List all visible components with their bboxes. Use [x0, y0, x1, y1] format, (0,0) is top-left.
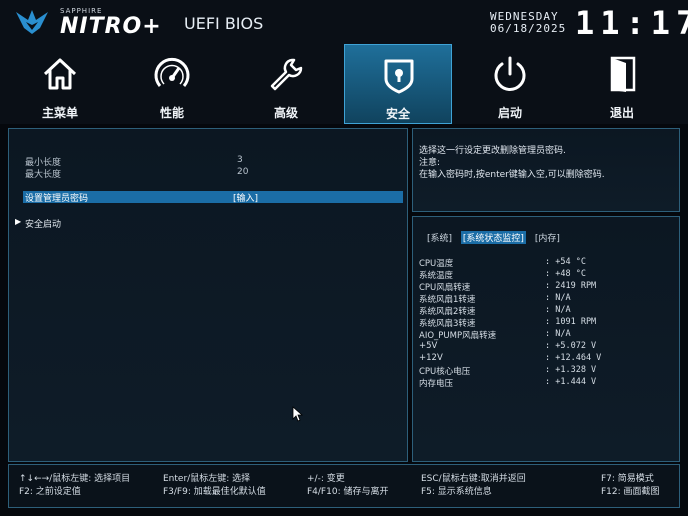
tab-advanced[interactable]: 高级	[232, 44, 340, 124]
hw-item-value: : N/A	[545, 329, 571, 339]
tab-memory[interactable]: [内存]	[533, 231, 562, 244]
hw-item-value: : +1.328 V	[545, 365, 597, 375]
nitro-logo-icon	[16, 10, 48, 34]
secure-boot-item[interactable]: ▶ 安全启动	[15, 217, 395, 230]
tab-system[interactable]: [系统]	[425, 231, 454, 244]
tab-label: 高级	[273, 106, 298, 120]
help-panel: 选择这一行设定更改删除管理员密码. 注意: 在输入密码时,按enter键输入空,…	[412, 128, 680, 212]
tab-system-status-monitor[interactable]: [系统状态监控]	[460, 231, 526, 244]
key-hint: F7: 简易模式	[601, 474, 654, 484]
brand-logo-text: NITRO+	[60, 14, 162, 39]
hw-item-name: +12V	[419, 353, 443, 363]
hw-item-name: CPU风扇转速	[419, 283, 471, 293]
speedometer-icon	[154, 57, 190, 87]
page-title: UEFI BIOS	[184, 14, 264, 33]
help-line: 在输入密码时,按enter键输入空,可以删除密码.	[419, 170, 605, 180]
tab-label: 安全	[385, 107, 410, 121]
max-length-label: 最大长度	[25, 170, 62, 180]
key-hint: F12: 画面截图	[601, 487, 660, 497]
hw-item-value: : N/A	[545, 293, 571, 303]
hw-item-name: 系统风扇3转速	[419, 319, 476, 329]
hw-item-name: 系统风扇2转速	[419, 307, 476, 317]
key-hint: +/-: 变更	[307, 474, 345, 484]
hw-item-value: : +54 °C	[545, 257, 586, 267]
hw-item-value: : +12.464 V	[545, 353, 602, 363]
hw-item-value: : 1091 RPM	[545, 317, 597, 327]
tab-label: 主菜单	[41, 106, 78, 120]
exit-door-icon	[610, 56, 636, 92]
hw-item-value: : N/A	[545, 305, 571, 315]
key-hint: F5: 显示系统信息	[421, 487, 492, 497]
hw-item-name: AIO_PUMP风扇转速	[419, 331, 497, 341]
admin-password-input[interactable]: [输入]	[233, 191, 258, 204]
hw-item-value: : 2419 RPM	[545, 281, 597, 291]
tab-performance[interactable]: 性能	[118, 44, 226, 124]
hw-item-name: 内存电压	[419, 379, 454, 389]
hw-item-value: : +5.072 V	[545, 341, 597, 351]
date-text: 06/18/2025	[490, 22, 567, 35]
key-hint: ↑↓←→/鼠标左键: 选择项目	[19, 474, 131, 484]
min-length-value: 3	[237, 155, 243, 165]
key-hint: F2: 之前设定值	[19, 487, 81, 497]
tab-boot[interactable]: 启动	[456, 44, 564, 124]
hw-monitor-tabs: [系统] [系统状态监控] [内存]	[425, 231, 566, 244]
tab-security[interactable]: 安全	[344, 44, 452, 124]
tab-label: 性能	[159, 106, 184, 120]
admin-password-row[interactable]: 设置管理员密码 [输入]	[23, 191, 403, 204]
hw-item-name: CPU温度	[419, 259, 454, 269]
shield-lock-icon	[384, 59, 414, 94]
hw-item-name: CPU核心电压	[419, 367, 471, 377]
max-length-value: 20	[237, 167, 249, 177]
triangle-right-icon: ▶	[15, 217, 22, 226]
clock-display: 11:17	[575, 4, 688, 42]
hw-item-value: : +1.444 V	[545, 377, 597, 387]
power-icon	[494, 56, 526, 91]
hw-item-name: +5V	[419, 341, 438, 351]
hw-item-value: : +48 °C	[545, 269, 586, 279]
home-icon	[43, 58, 77, 90]
wrench-icon	[270, 58, 303, 91]
key-hint: Enter/鼠标左键: 选择	[163, 474, 251, 484]
main-nav: 主菜单 性能 高级 安全 启动 退出	[0, 44, 688, 124]
tab-main[interactable]: 主菜单	[6, 44, 114, 124]
tab-label: 退出	[609, 106, 634, 120]
hardware-monitor-panel: [系统] [系统状态监控] [内存] CPU温度 : +54 °C 系统温度 :…	[412, 216, 680, 462]
key-hint: ESC/鼠标右键:取消并返回	[421, 474, 526, 484]
key-hint: F3/F9: 加载最佳化默认值	[163, 487, 266, 497]
tab-exit[interactable]: 退出	[568, 44, 676, 124]
mouse-cursor-icon	[292, 406, 304, 422]
help-line: 选择这一行设定更改删除管理员密码.	[419, 146, 566, 156]
hw-item-name: 系统温度	[419, 271, 454, 281]
tab-label: 启动	[497, 106, 522, 120]
key-hint: F4/F10: 储存与离开	[307, 487, 389, 497]
secure-boot-label: 安全启动	[25, 220, 62, 230]
security-settings-panel: 最小长度 3 最大长度 20 设置管理员密码 [输入] ▶ 安全启动	[8, 128, 408, 462]
key-hints-footer: ↑↓←→/鼠标左键: 选择项目 F2: 之前设定值 Enter/鼠标左键: 选择…	[8, 464, 680, 508]
header-bar: SAPPHIRE NITRO+ UEFI BIOS WEDNESDAY 06/1…	[0, 0, 688, 44]
admin-password-label: 设置管理员密码	[25, 194, 89, 204]
hw-item-name: 系统风扇1转速	[419, 295, 476, 305]
